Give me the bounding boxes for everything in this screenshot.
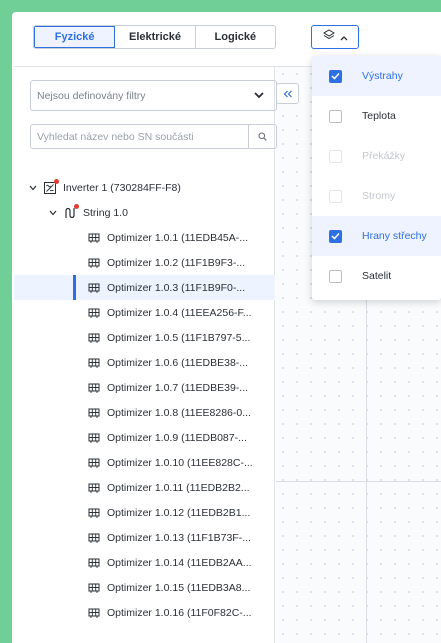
tree-item-optimizer[interactable]: Optimizer 1.0.8 (11EE8286-0... (14, 400, 275, 425)
optimizer-label: Optimizer 1.0.13 (11F1B73F-... (107, 531, 251, 544)
layer-checkbox[interactable] (329, 69, 342, 83)
optimizer-label: Optimizer 1.0.10 (11EE828C-... (107, 456, 253, 469)
optimizer-icon (88, 507, 100, 519)
optimizer-icon (88, 232, 100, 244)
tree-item-optimizer[interactable]: Optimizer 1.0.15 (11EDB3A8... (14, 575, 275, 600)
optimizer-icon (88, 457, 100, 469)
optimizer-icon (88, 357, 100, 369)
optimizer-icon (88, 332, 100, 344)
roof-edge-line (276, 481, 441, 482)
optimizer-icon (88, 482, 100, 494)
optimizer-label: Optimizer 1.0.3 (11F1B9F0-... (107, 281, 246, 294)
layer-checkbox (329, 149, 342, 163)
optimizer-icon (88, 532, 100, 544)
chevron-down-icon[interactable] (28, 185, 38, 191)
layer-option[interactable]: Satelit (312, 256, 441, 296)
layers-dropdown: Výstrahy Teplota Překážky Stromy Hrany střec… (312, 56, 441, 300)
chevron-down-icon[interactable] (48, 210, 58, 216)
inverter-icon (44, 178, 59, 194)
layer-checkbox[interactable] (329, 229, 342, 243)
optimizer-icon (88, 282, 100, 294)
check-icon (331, 232, 340, 240)
tree-item-optimizer[interactable]: Optimizer 1.0.5 (11F1B797-5... (14, 325, 275, 350)
tab-electrical[interactable]: Elektrické (115, 26, 196, 48)
layer-option: Překážky (312, 136, 441, 176)
search-icon (258, 128, 267, 146)
chevron-up-icon (340, 28, 348, 46)
optimizer-label: Optimizer 1.0.5 (11F1B797-5... (107, 331, 251, 344)
filter-select[interactable]: Nejsou definovány filtry (30, 80, 277, 111)
tree-item-optimizer[interactable]: Optimizer 1.0.14 (11EDB2AA... (14, 550, 275, 575)
tree-item-inverter[interactable]: Inverter 1 (730284FF-F8) (14, 175, 275, 200)
optimizer-icon (88, 307, 100, 319)
optimizer-icon (88, 582, 100, 594)
layer-option[interactable]: Výstrahy (312, 56, 441, 96)
tree-item-optimizer[interactable]: Optimizer 1.0.3 (11F1B9F0-... (14, 275, 275, 300)
filter-select-value: Nejsou definovány filtry (37, 89, 146, 102)
view-tabs: Fyzické Elektrické Logické (33, 25, 276, 49)
search-box (30, 124, 277, 149)
tree-item-optimizer[interactable]: Optimizer 1.0.6 (11EDBE38-... (14, 350, 275, 375)
tab-logical[interactable]: Logické (196, 26, 275, 48)
layer-option: Stromy (312, 176, 441, 216)
optimizer-label: Optimizer 1.0.1 (11EDB45A-... (107, 231, 249, 244)
optimizer-icon (88, 257, 100, 269)
optimizer-label: Optimizer 1.0.8 (11EE8286-0... (107, 406, 251, 419)
layer-label: Teplota (362, 110, 396, 122)
optimizer-label: Optimizer 1.0.7 (11EDBE39-... (107, 381, 249, 394)
tree-item-optimizer[interactable]: Optimizer 1.0.4 (11EEA256-F... (14, 300, 275, 325)
tree-item-optimizer[interactable]: Optimizer 1.0.2 (11F1B9F3-... (14, 250, 275, 275)
string-label: String 1.0 (83, 206, 128, 219)
optimizer-label: Optimizer 1.0.14 (11EDB2AA... (107, 556, 252, 569)
alert-dot (54, 178, 59, 184)
inverter-label: Inverter 1 (730284FF-F8) (63, 181, 181, 194)
tree-item-optimizer[interactable]: Optimizer 1.0.10 (11EE828C-... (14, 450, 275, 475)
optimizer-label: Optimizer 1.0.6 (11EDBE38-... (107, 356, 249, 369)
alert-dot (74, 203, 79, 209)
tree-item-optimizer[interactable]: Optimizer 1.0.16 (11F0F82C-... (14, 600, 275, 625)
optimizer-label: Optimizer 1.0.9 (11EDB087-... (107, 431, 247, 444)
layer-checkbox[interactable] (329, 269, 342, 283)
optimizer-label: Optimizer 1.0.12 (11EDB2B1... (107, 506, 251, 519)
layer-checkbox (329, 189, 342, 203)
tree-item-string[interactable]: String 1.0 (14, 200, 275, 225)
optimizer-icon (88, 382, 100, 394)
optimizer-label: Optimizer 1.0.15 (11EDB3A8... (107, 581, 251, 594)
optimizer-label: Optimizer 1.0.16 (11F0F82C-... (107, 606, 252, 619)
search-input[interactable] (31, 125, 248, 148)
layer-option[interactable]: Teplota (312, 96, 441, 136)
tree-item-optimizer[interactable]: Optimizer 1.0.11 (11EDB2B2... (14, 475, 275, 500)
tree-item-optimizer[interactable]: Optimizer 1.0.1 (11EDB45A-... (14, 225, 275, 250)
tree-item-optimizer[interactable]: Optimizer 1.0.9 (11EDB087-... (14, 425, 275, 450)
string-icon (64, 203, 79, 219)
layers-button[interactable] (311, 25, 359, 49)
layer-label: Hrany střechy (362, 230, 427, 242)
tree-item-optimizer[interactable]: Optimizer 1.0.7 (11EDBE39-... (14, 375, 275, 400)
double-chevron-left-icon (283, 85, 293, 103)
layer-label: Stromy (362, 190, 396, 202)
optimizer-label: Optimizer 1.0.11 (11EDB2B2... (107, 481, 250, 494)
check-icon (331, 72, 340, 80)
component-sidebar: Nejsou definovány filtry Inverter 1 (730… (14, 67, 277, 643)
optimizer-label: Optimizer 1.0.4 (11EEA256-F... (107, 306, 252, 319)
layer-label: Satelit (362, 270, 392, 282)
optimizer-label: Optimizer 1.0.2 (11F1B9F3-... (107, 256, 246, 269)
chevron-down-icon (254, 90, 264, 102)
tab-physical[interactable]: Fyzické (34, 26, 116, 48)
layers-icon (322, 28, 335, 46)
roof-edge-line (366, 267, 367, 643)
optimizer-icon (88, 557, 100, 569)
search-button[interactable] (248, 125, 276, 148)
layer-checkbox[interactable] (329, 109, 342, 123)
tree-item-optimizer[interactable]: Optimizer 1.0.12 (11EDB2B1... (14, 500, 275, 525)
optimizer-icon (88, 407, 100, 419)
layer-label: Výstrahy (362, 70, 403, 82)
optimizer-icon (88, 432, 100, 444)
collapse-panel-button[interactable] (276, 83, 299, 104)
layer-option[interactable]: Hrany střechy (312, 216, 441, 256)
optimizer-icon (88, 607, 100, 619)
tree-item-optimizer[interactable]: Optimizer 1.0.13 (11F1B73F-... (14, 525, 275, 550)
layer-label: Překážky (362, 150, 406, 162)
